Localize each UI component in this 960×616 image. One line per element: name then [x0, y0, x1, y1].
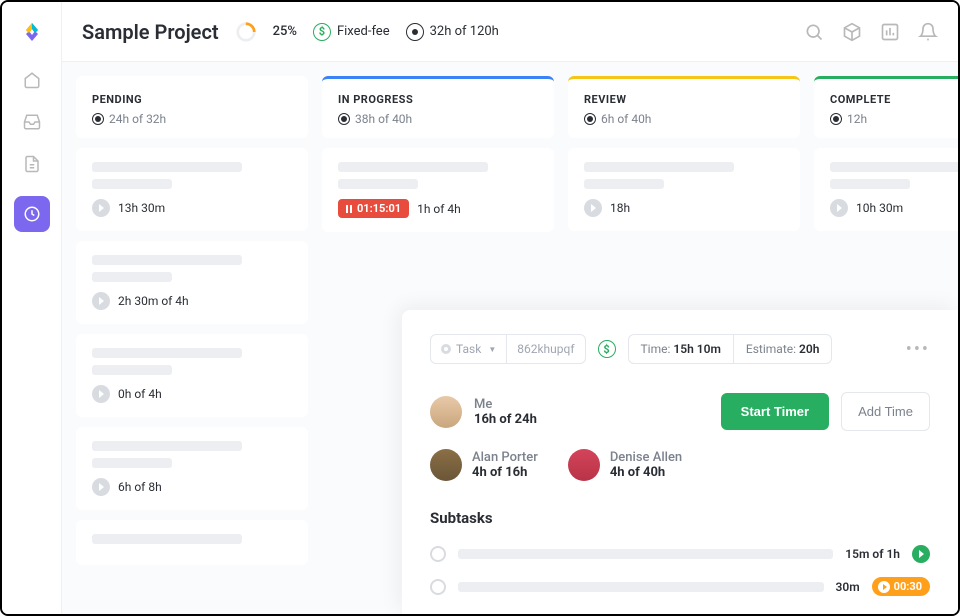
- play-icon: [878, 581, 890, 593]
- billable-icon[interactable]: $: [598, 340, 616, 358]
- inbox-icon[interactable]: [22, 112, 42, 132]
- column-header[interactable]: IN PROGRESS 38h of 40h: [322, 76, 554, 138]
- task-card[interactable]: 18h: [568, 148, 800, 231]
- target-icon: [830, 113, 842, 125]
- topbar: Sample Project 25% $Fixed-fee 32h of 120…: [62, 2, 958, 62]
- column-pending: PENDING 24h of 32h 13h 30m 2h 30m of 4h …: [76, 76, 308, 600]
- play-icon[interactable]: [92, 292, 110, 310]
- chevron-down-icon: ▼: [488, 345, 496, 354]
- task-card[interactable]: 10h 30m: [814, 148, 958, 231]
- logo[interactable]: [20, 20, 44, 48]
- task-selector[interactable]: Task▼ 862khupqf: [430, 334, 586, 364]
- task-card[interactable]: 13h 30m: [76, 148, 308, 231]
- column-header[interactable]: PENDING 24h of 32h: [76, 76, 308, 138]
- target-icon: [406, 23, 424, 41]
- target-icon: [584, 113, 596, 125]
- start-timer-button[interactable]: Start Timer: [721, 393, 829, 430]
- target-icon: [338, 113, 350, 125]
- target-icon: [92, 113, 104, 125]
- fee-badge: $Fixed-fee: [313, 23, 390, 41]
- subtasks-heading: Subtasks: [430, 509, 930, 527]
- progress-pct: 25%: [273, 24, 297, 39]
- play-icon[interactable]: [584, 199, 602, 217]
- board: PENDING 24h of 32h 13h 30m 2h 30m of 4h …: [62, 62, 958, 614]
- time-stats: Time: 15h 10m Estimate: 20h: [628, 334, 833, 364]
- sidebar: [2, 2, 62, 614]
- task-card[interactable]: 6h of 8h: [76, 427, 308, 510]
- play-icon[interactable]: [830, 199, 848, 217]
- chart-icon[interactable]: [880, 22, 900, 42]
- hours-badge: 32h of 120h: [406, 23, 499, 41]
- task-card[interactable]: 2h 30m of 4h: [76, 241, 308, 324]
- status-circle-icon[interactable]: [430, 546, 446, 562]
- task-id: 862khupqf: [507, 335, 584, 363]
- more-icon[interactable]: •••: [906, 339, 930, 360]
- add-time-button[interactable]: Add Time: [841, 392, 930, 431]
- avatar[interactable]: [430, 396, 462, 428]
- play-icon[interactable]: [92, 385, 110, 403]
- contributor[interactable]: Denise Allen4h of 40h: [568, 449, 682, 481]
- running-timer[interactable]: 01:15:01: [338, 199, 409, 218]
- bell-icon[interactable]: [918, 22, 938, 42]
- subtask-placeholder: [458, 582, 824, 592]
- project-title: Sample Project: [82, 20, 219, 44]
- play-icon[interactable]: [912, 545, 930, 563]
- contributor[interactable]: Alan Porter4h of 16h: [430, 449, 538, 481]
- cube-icon[interactable]: [842, 22, 862, 42]
- subtask-row[interactable]: 15m of 1h: [430, 545, 930, 563]
- task-card[interactable]: [76, 520, 308, 565]
- play-icon[interactable]: [92, 478, 110, 496]
- avatar: [568, 449, 600, 481]
- dollar-icon: $: [313, 23, 331, 41]
- column-header[interactable]: REVIEW 6h of 40h: [568, 76, 800, 138]
- column-header[interactable]: COMPLETE 12h: [814, 76, 958, 138]
- status-dot-icon: [441, 344, 451, 354]
- subtask-placeholder: [458, 549, 833, 559]
- pause-icon: [346, 205, 352, 213]
- home-icon[interactable]: [22, 70, 42, 90]
- progress-ring-icon: [235, 21, 257, 43]
- subtask-row[interactable]: 30m 00:30: [430, 577, 930, 596]
- task-card[interactable]: 01:15:011h of 4h: [322, 148, 554, 232]
- status-circle-icon[interactable]: [430, 579, 446, 595]
- play-icon[interactable]: [92, 199, 110, 217]
- time-icon[interactable]: [14, 196, 50, 232]
- contributors: Alan Porter4h of 16h Denise Allen4h of 4…: [430, 449, 930, 481]
- avatar: [430, 449, 462, 481]
- task-card[interactable]: 0h of 4h: [76, 334, 308, 417]
- running-timer[interactable]: 00:30: [872, 577, 930, 596]
- current-user-row: Me16h of 24h Start Timer Add Time: [430, 392, 930, 431]
- document-icon[interactable]: [22, 154, 42, 174]
- search-icon[interactable]: [804, 22, 824, 42]
- task-detail-modal: Task▼ 862khupqf $ Time: 15h 10m Estimate…: [402, 310, 958, 614]
